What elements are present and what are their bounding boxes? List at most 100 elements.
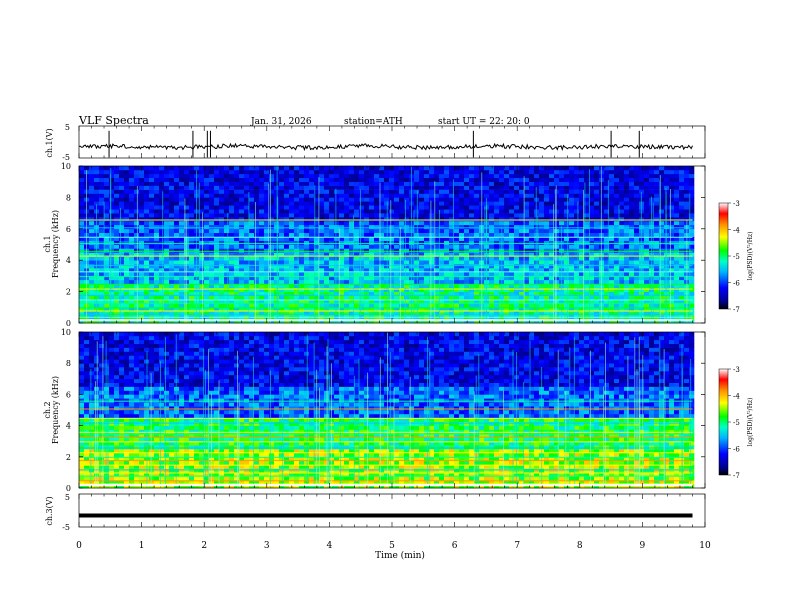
- spectrogram-cell: [99, 220, 105, 226]
- spectrogram-cell: [679, 220, 685, 226]
- spectrogram-cell: [509, 244, 515, 249]
- spectrogram-cell: [199, 201, 205, 206]
- spectrogram-cell: [334, 193, 340, 198]
- spectrogram-cell: [454, 213, 460, 218]
- spectrogram-cell: [334, 201, 340, 206]
- spectrogram-cell: [219, 189, 225, 194]
- spectrogram-cell: [494, 205, 500, 210]
- spectrogram-cell: [339, 264, 345, 269]
- spectrogram-cell: [654, 303, 660, 308]
- spectrogram-cell: [389, 181, 395, 186]
- spectrogram-cell: [139, 181, 145, 186]
- spectrogram-cell: [444, 272, 450, 277]
- spectrogram-cell: [289, 264, 295, 269]
- spectrogram-cell: [669, 166, 675, 171]
- spectrogram-cell: [289, 232, 295, 237]
- spectrogram-cell: [669, 201, 675, 206]
- spectrogram-cell: [524, 287, 530, 292]
- spectrogram-cell: [664, 256, 670, 261]
- spectrogram-cell: [359, 287, 365, 292]
- spectrogram-cell: [219, 173, 225, 179]
- spectrogram-cell: [134, 232, 140, 237]
- spectrogram-cell: [329, 228, 335, 234]
- spectrogram-cell: [649, 181, 655, 186]
- spectrogram-cell: [609, 272, 615, 277]
- spectrogram-cell: [219, 256, 225, 261]
- spectrogram-cell: [79, 209, 85, 214]
- spectrogram-cell: [404, 205, 410, 210]
- spectrogram-cell: [564, 272, 570, 277]
- spectrogram-cell: [274, 166, 280, 171]
- spectrogram-cell: [289, 169, 295, 175]
- spectrogram-cell: [509, 264, 515, 269]
- spectrogram-cell: [609, 287, 615, 292]
- spectrogram-cell: [299, 287, 305, 292]
- spectrogram-cell: [524, 240, 530, 245]
- spectrogram-cell: [654, 189, 660, 194]
- spectrogram-cell: [239, 220, 245, 226]
- spectrogram-tone-line: [79, 316, 693, 318]
- spectrogram-cell: [269, 197, 275, 202]
- spectrogram-cell: [224, 169, 230, 175]
- spectrogram-cell: [514, 240, 520, 245]
- spectrogram-cell: [249, 181, 255, 186]
- spectrogram-cell: [614, 224, 620, 230]
- spectrogram-cell: [414, 287, 420, 292]
- spectrogram-cell: [449, 166, 455, 171]
- spectrogram-cell: [204, 228, 210, 234]
- spectrogram-cell: [274, 209, 280, 214]
- spectrogram-cell: [544, 224, 550, 230]
- spectrogram-cell: [374, 287, 380, 292]
- spectrogram-cell: [159, 232, 165, 237]
- spectrogram-cell: [524, 213, 530, 218]
- spectrogram-cell: [259, 197, 265, 202]
- spectrogram-cell: [614, 295, 620, 300]
- spectrogram-cell: [214, 303, 220, 308]
- spectrogram-cell: [359, 193, 365, 198]
- spectrogram-cell: [614, 181, 620, 186]
- spectrogram-cell: [214, 228, 220, 234]
- spectrogram-cell: [574, 264, 580, 269]
- spectrogram-cell: [324, 256, 330, 261]
- spectrogram-cell: [229, 256, 235, 261]
- spectrogram-cell: [104, 181, 110, 186]
- spectrogram-cell: [259, 295, 265, 300]
- spectrogram-cell: [674, 209, 680, 214]
- spectrogram-cell: [184, 189, 190, 194]
- spectrogram-cell: [379, 169, 385, 175]
- spectrogram-cell: [239, 287, 245, 292]
- spectrogram-cell: [544, 256, 550, 261]
- spectrogram-cell: [669, 287, 675, 292]
- spectrogram-cell: [269, 173, 275, 179]
- spectrogram-cell: [344, 169, 350, 175]
- spectrogram-cell: [544, 232, 550, 237]
- spectrogram-cell: [214, 177, 220, 183]
- spectrogram-cell: [654, 264, 660, 269]
- spectrogram-cell: [304, 232, 310, 237]
- spectrogram-cell: [304, 189, 310, 194]
- spectrogram-cell: [629, 173, 635, 179]
- spectrogram-cell: [329, 177, 335, 183]
- spectrogram-cell: [279, 220, 285, 226]
- spectrogram-cell: [114, 272, 120, 277]
- spectrogram-cell: [679, 209, 685, 214]
- spectrogram-cell: [114, 169, 120, 175]
- spectrogram-cell: [564, 197, 570, 202]
- spectrogram-cell: [514, 197, 520, 202]
- spectrogram-cell: [564, 201, 570, 206]
- spectrogram-cell: [394, 220, 400, 226]
- spectrogram-cell: [389, 201, 395, 206]
- spectrogram-cell: [489, 197, 495, 202]
- spectrogram-tone-line: [79, 275, 693, 278]
- spectrogram-cell: [394, 205, 400, 210]
- spectrogram-cell: [569, 181, 575, 186]
- spectrogram-cell: [489, 193, 495, 198]
- spectrogram-cell: [144, 303, 150, 308]
- spectrogram-cell: [519, 173, 525, 179]
- spectrogram-cell: [189, 197, 195, 202]
- spectrogram-cell: [514, 181, 520, 186]
- spectrogram-cell: [154, 185, 160, 190]
- spectrogram-cell: [139, 224, 145, 230]
- spectrogram-cell: [469, 256, 475, 261]
- spectrogram-cell: [489, 272, 495, 277]
